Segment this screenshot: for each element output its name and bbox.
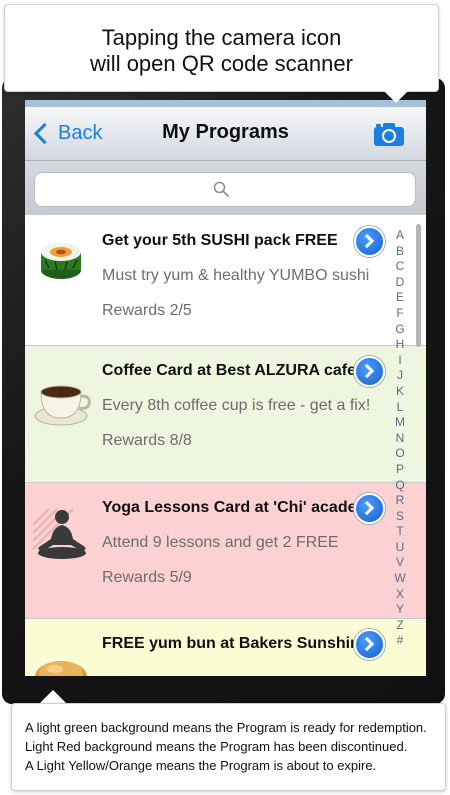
- program-rewards: Rewards 2/5: [102, 302, 192, 319]
- callout-text: A light green background means the Progr…: [25, 718, 427, 775]
- status-strip: [25, 100, 426, 107]
- page-title: My Programs: [162, 121, 289, 143]
- index-letter[interactable]: F: [392, 306, 408, 322]
- index-letter[interactable]: H: [392, 337, 408, 353]
- navigation-bar: Back My Programs: [25, 107, 426, 161]
- index-letter[interactable]: A: [392, 228, 408, 244]
- list-item[interactable]: Yoga Lessons Card at 'Chi' academy Atten…: [25, 483, 426, 619]
- index-letter[interactable]: P: [392, 462, 408, 478]
- index-letter[interactable]: O: [392, 446, 408, 462]
- legend-line-green: A light green background means the Progr…: [25, 720, 427, 735]
- program-title: Yoga Lessons Card at 'Chi' academy: [102, 499, 354, 516]
- list-item[interactable]: Get your 5th SUSHI pack FREE Must try yu…: [25, 216, 426, 346]
- coffee-cup-icon: [34, 385, 91, 426]
- index-letter[interactable]: D: [392, 275, 408, 291]
- index-letter[interactable]: Y: [392, 602, 408, 618]
- index-letter[interactable]: S: [392, 509, 408, 525]
- program-description: Every 8th coffee cup is free - get a fix…: [102, 397, 371, 414]
- app-screen: Back My Programs Get your 5th SUSHI pack…: [25, 100, 426, 676]
- index-letter[interactable]: E: [392, 290, 408, 306]
- programs-list: Get your 5th SUSHI pack FREE Must try yu…: [25, 216, 426, 676]
- scroll-indicator[interactable]: [416, 224, 421, 347]
- bun-icon: [35, 661, 87, 676]
- index-letter[interactable]: M: [392, 415, 408, 431]
- index-letter[interactable]: #: [392, 633, 408, 649]
- camera-button[interactable]: [373, 121, 405, 147]
- index-letter[interactable]: L: [392, 400, 408, 416]
- program-description: Must try yum & healthy YUMBO sushi: [102, 267, 370, 284]
- program-description: Attend 9 lessons and get 2 FREE: [102, 534, 339, 551]
- disclosure-button[interactable]: [354, 356, 385, 387]
- index-letter[interactable]: Z: [392, 618, 408, 634]
- callout-line: Tapping the camera icon: [101, 25, 342, 50]
- index-letter[interactable]: Q: [392, 478, 408, 494]
- index-letter[interactable]: U: [392, 540, 408, 556]
- index-letter[interactable]: V: [392, 555, 408, 571]
- list-item[interactable]: Coffee Card at Best ALZURA cafe Every 8t…: [25, 346, 426, 483]
- index-letter[interactable]: T: [392, 524, 408, 540]
- disclosure-button[interactable]: [354, 493, 385, 524]
- legend-line-yellow: A Light Yellow/Orange means the Program …: [25, 758, 377, 773]
- index-letter[interactable]: N: [392, 431, 408, 447]
- disclosure-button[interactable]: [354, 629, 385, 660]
- legend-line-red: Light Red background means the Program h…: [25, 739, 408, 754]
- disclosure-button[interactable]: [354, 226, 385, 257]
- index-letter[interactable]: R: [392, 493, 408, 509]
- yoga-icon: [32, 508, 86, 559]
- index-letter[interactable]: B: [392, 244, 408, 260]
- index-letter[interactable]: C: [392, 259, 408, 275]
- section-index[interactable]: A B C D E F G H I J K L M N O P Q R S T …: [392, 228, 408, 649]
- callout-line: will open QR code scanner: [90, 51, 353, 76]
- index-letter[interactable]: X: [392, 587, 408, 603]
- list-item[interactable]: FREE yum bun at Bakers Sunshine: [25, 619, 426, 676]
- index-letter[interactable]: G: [392, 322, 408, 338]
- program-rewards: Rewards 8/8: [102, 432, 192, 449]
- search-bar: [25, 161, 426, 215]
- program-rewards: Rewards 5/9: [102, 569, 192, 586]
- program-title: FREE yum bun at Bakers Sunshine: [102, 635, 354, 652]
- program-title: Coffee Card at Best ALZURA cafe: [102, 362, 354, 379]
- index-letter[interactable]: K: [392, 384, 408, 400]
- camera-icon: [374, 123, 404, 146]
- callout-pointer: [382, 89, 410, 103]
- index-letter[interactable]: W: [392, 571, 408, 587]
- search-icon: [213, 181, 229, 197]
- callout-text: Tapping the camera icon will open QR cod…: [5, 25, 438, 77]
- callout-pointer: [39, 690, 67, 704]
- program-title: Get your 5th SUSHI pack FREE: [102, 232, 338, 249]
- index-letter[interactable]: J: [392, 368, 408, 384]
- search-input[interactable]: [34, 172, 416, 207]
- camera-tip-callout: Tapping the camera icon will open QR cod…: [4, 4, 439, 92]
- color-legend-callout: A light green background means the Progr…: [11, 703, 446, 791]
- index-letter[interactable]: I: [392, 353, 408, 369]
- sushi-icon: [41, 243, 81, 279]
